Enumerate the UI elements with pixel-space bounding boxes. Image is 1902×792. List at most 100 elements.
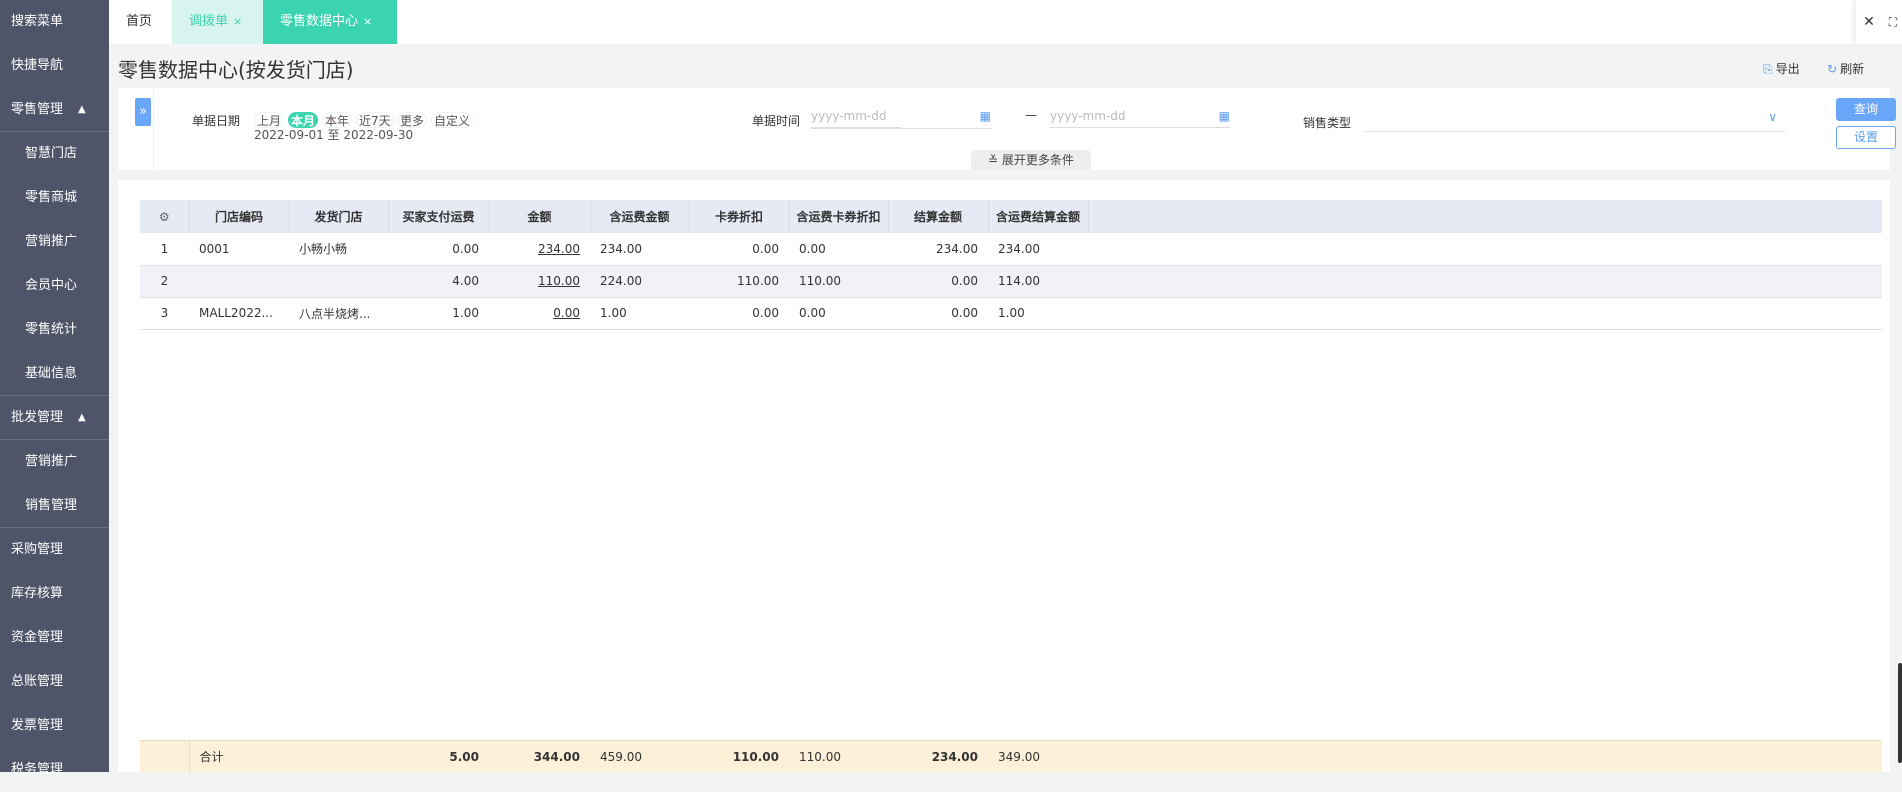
table-row[interactable]: 1 0001 小畅小畅 0.00 234.00 234.00 0.00 0.00 234.00 2… [140,233,1882,266]
cell-amount[interactable]: 234.00 [489,233,590,266]
caret-up-icon: ▲ [78,412,86,423]
end-date-input[interactable]: yyyy-mm-dd ▦ [1050,106,1230,128]
column-settings-icon[interactable]: ⚙ [140,200,190,233]
sidebar-item-funds[interactable]: 资金管理 [0,616,109,660]
cell-text: 0.00 [752,241,779,256]
label: 资金管理 [11,630,64,645]
sidebar-item-retail-management[interactable]: 零售管理 ▲ [0,88,109,132]
col-ship-store[interactable]: 发货门店 [289,200,389,233]
chip-custom[interactable]: 自定义 [431,112,474,128]
cell-text: 234.00 [936,241,978,256]
cell-text[interactable]: 110.00 [538,274,580,288]
sidebar-item-wholesale[interactable]: 批发管理 ▲ [0,396,109,440]
sale-type-select[interactable]: ∨ [1365,108,1785,132]
export-button[interactable]: ⎘ 导出 [1763,60,1800,77]
filter-panel: » 单据日期 上月 本月 本年 近7天 更多 自定义 2022-09-01 至 … [118,88,1896,170]
fullscreen-icon[interactable]: ⛶ [1884,0,1902,44]
cell-amount-with-freight: 1.00 [590,297,689,330]
cell-settlement-with-freight: 114.00 [988,265,1088,298]
cell-ship-store: 八点半烧烤... [289,297,388,330]
table-row[interactable]: 2 4.00 110.00 224.00 110.00 110.00 0.00 114.00 [140,265,1882,298]
query-button[interactable]: 查询 [1836,98,1896,121]
scrollbar[interactable] [1898,663,1902,763]
cell-text[interactable]: 234.00 [538,242,580,256]
cell-buyer-freight: 1.00 [388,297,489,330]
cell-text: 八点半烧烤... [299,306,371,321]
calendar-icon[interactable]: ▦ [980,106,991,126]
cell-settlement-with-freight: 234.00 [988,233,1088,266]
cell-text[interactable]: 0.00 [553,306,580,320]
sidebar-item-purchase[interactable]: 采购管理 [0,528,109,572]
cell-settlement: 0.00 [888,297,988,330]
chevron-down-icon: ∨ [1768,110,1777,124]
label: 批发管理 [11,410,64,425]
table-row[interactable]: 3 MALL2022... 八点半烧烤... 1.00 0.00 1.00 0.00 0.00… [140,297,1882,330]
sidebar-item-tax[interactable]: 税务管理 [0,748,109,792]
cell-settlement: 234.00 [888,233,988,266]
footer-coupon-discount: 110.00 [732,749,779,764]
sidebar-item-wholesale-marketing[interactable]: 营销推广 [0,440,109,484]
page-title: 零售数据中心(按发货门店) [118,58,354,82]
col-coupon-discount-with-freight[interactable]: 含运费卡券折扣 [789,200,889,233]
close-icon[interactable]: × [363,15,372,28]
cell-text: 0.00 [951,306,978,320]
close-all-icon[interactable]: ✕ [1856,0,1882,44]
cell-text: MALL2022... [199,306,273,320]
col-amount[interactable]: 金额 [489,200,591,233]
label: 零售商城 [25,190,78,205]
cell-text: 1.00 [998,306,1025,320]
sidebar-item-invoice[interactable]: 发票管理 [0,704,109,748]
tab-retail-data-center[interactable]: 零售数据中心 × [263,0,397,44]
cell-ship-store [289,265,388,298]
sidebar-item-basic-info[interactable]: 基础信息 [0,352,109,396]
placeholder: yyyy-mm-dd [1050,109,1126,123]
sidebar-item-quick-nav[interactable]: 快捷导航 [0,44,109,88]
cell-coupon-discount: 0.00 [689,233,789,266]
tab-home[interactable]: 首页 [109,0,172,44]
label: 搜索菜单 [11,14,64,29]
cell-text: 110.00 [799,274,841,288]
close-icon[interactable]: × [233,15,242,28]
cell-text: 114.00 [998,274,1040,288]
footer-blank [289,741,388,772]
cell-filler [1088,297,1882,330]
cell-amount[interactable]: 110.00 [489,265,590,298]
tab-label: 调拨单 [189,14,229,29]
sidebar-item-retail-stats[interactable]: 零售统计 [0,308,109,352]
sale-type-label: 销售类型 [1303,116,1352,130]
col-buyer-freight[interactable]: 买家支付运费 [388,200,490,233]
col-filler [1088,200,1882,233]
sidebar-item-search-menu[interactable]: 搜索菜单 [0,0,109,44]
sidebar-item-retail-mall[interactable]: 零售商城 [0,176,109,220]
tab-bar: 首页 调拨单 × 零售数据中心 × ✕ ⛶ [109,0,1902,44]
label: 发票管理 [11,718,64,733]
cell-text: 234.00 [998,241,1040,256]
double-chevron-down-icon: ≚ [988,153,1002,167]
cell-text: 1 [160,241,169,256]
sidebar-item-marketing[interactable]: 营销推广 [0,220,109,264]
tab-transfer-order[interactable]: 调拨单 × [172,0,263,44]
calendar-icon[interactable]: ▦ [1219,106,1230,126]
cell-coupon-discount-with-freight: 110.00 [789,265,888,298]
col-amount-with-freight[interactable]: 含运费金额 [590,200,690,233]
label: 零售管理 [11,102,64,117]
data-table: ⚙ 门店编码 发货门店 买家支付运费 金额 含运费金额 卡券折扣 含运费卡券折扣… [140,200,1882,330]
sidebar-item-inventory[interactable]: 库存核算 [0,572,109,616]
sidebar-item-sales-management[interactable]: 销售管理 [0,484,109,528]
sidebar-item-ledger[interactable]: 总账管理 [0,660,109,704]
refresh-button[interactable]: ↻ 刷新 [1827,60,1864,77]
expand-sidebar-button[interactable]: » [135,98,151,126]
footer-label: 合计 [199,750,224,764]
settings-button[interactable]: 设置 [1836,126,1896,149]
cell-coupon-discount: 0.00 [689,297,789,330]
cell-coupon-discount: 110.00 [689,265,789,298]
col-settlement[interactable]: 结算金额 [888,200,989,233]
sidebar-item-smart-store[interactable]: 智慧门店 [0,132,109,176]
col-settlement-with-freight[interactable]: 含运费结算金额 [988,200,1089,233]
cell-amount[interactable]: 0.00 [489,297,590,330]
footer-buyer-freight: 5.00 [449,749,479,764]
col-coupon-discount[interactable]: 卡券折扣 [689,200,790,233]
sidebar-item-member-center[interactable]: 会员中心 [0,264,109,308]
col-store-code[interactable]: 门店编码 [189,200,290,233]
expand-more-conditions-button[interactable]: ≚ 展开更多条件 [971,150,1091,170]
